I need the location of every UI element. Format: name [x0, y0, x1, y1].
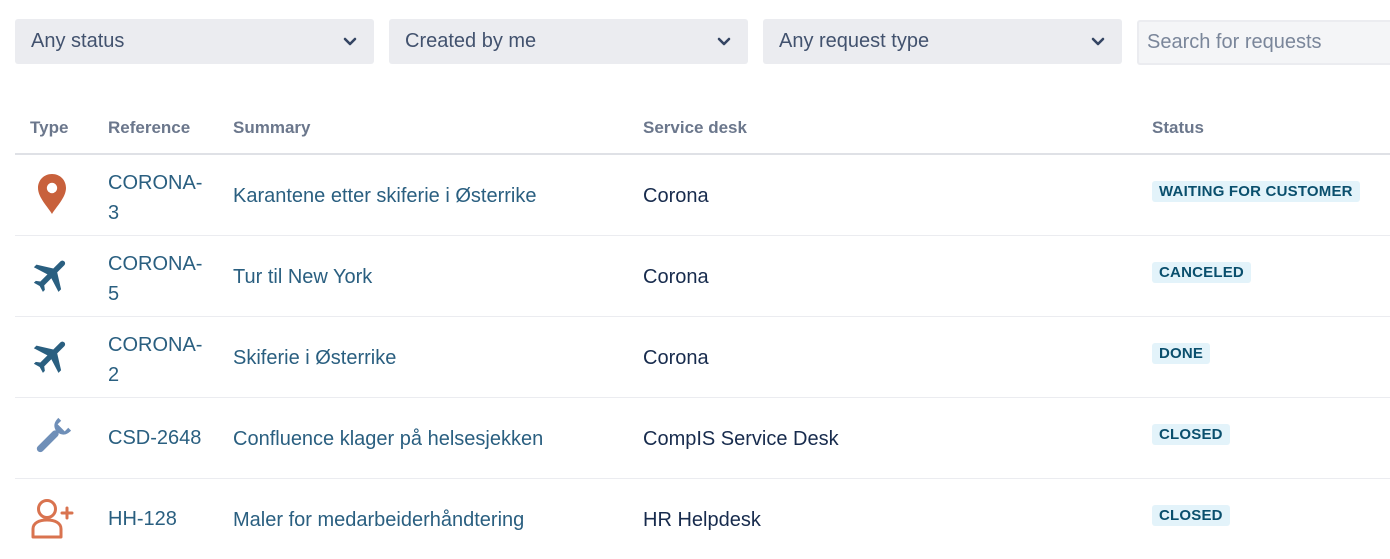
status-badge: CLOSED	[1152, 424, 1230, 445]
table-row[interactable]: HH-128 Maler for medarbeiderhåndtering H…	[15, 479, 1390, 559]
reference-link[interactable]: CORONA-3	[108, 168, 208, 228]
creator-filter-select[interactable]: Created by me	[389, 19, 748, 64]
request-type-filter-label: Any request type	[779, 30, 930, 52]
service-desk-name: Corona	[643, 266, 709, 288]
summary-link[interactable]: Skiferie i Østerrike	[233, 347, 396, 370]
airplane-icon	[27, 250, 77, 300]
summary-link[interactable]: Tur til New York	[233, 266, 372, 289]
header-reference[interactable]: Reference	[108, 118, 190, 138]
reference-link[interactable]: CORONA-5	[108, 249, 208, 309]
reference-link[interactable]: CORONA-2	[108, 330, 208, 390]
table-row[interactable]: CORONA-2 Skiferie i Østerrike Corona DON…	[15, 317, 1390, 398]
request-type-filter-select[interactable]: Any request type	[763, 19, 1122, 64]
table-header: Type Reference Summary Service desk Stat…	[15, 104, 1390, 155]
summary-link[interactable]: Maler for medarbeiderhåndtering	[233, 509, 524, 532]
service-desk-name: Corona	[643, 347, 709, 369]
status-badge: DONE	[1152, 343, 1211, 364]
status-filter-select[interactable]: Any status	[15, 19, 374, 64]
service-desk-name: HR Helpdesk	[643, 509, 761, 531]
header-service-desk[interactable]: Service desk	[643, 118, 747, 138]
reference-link[interactable]: HH-128	[108, 504, 208, 534]
add-user-icon	[27, 493, 77, 543]
status-filter-label: Any status	[31, 30, 125, 52]
requests-table: Type Reference Summary Service desk Stat…	[15, 104, 1390, 559]
chevron-down-icon	[1090, 34, 1106, 50]
summary-link[interactable]: Confluence klager på helsesjekken	[233, 428, 543, 451]
status-badge: WAITING FOR CUSTOMER	[1152, 181, 1360, 202]
header-type: Type	[30, 118, 69, 137]
header-summary[interactable]: Summary	[233, 118, 310, 138]
status-badge: CLOSED	[1152, 505, 1230, 526]
summary-link[interactable]: Karantene etter skiferie i Østerrike	[233, 185, 536, 208]
location-pin-icon	[27, 169, 77, 219]
wrench-icon	[27, 412, 77, 462]
creator-filter-label: Created by me	[405, 30, 537, 52]
table-row[interactable]: CORONA-5 Tur til New York Corona CANCELE…	[15, 236, 1390, 317]
table-row[interactable]: CORONA-3 Karantene etter skiferie i Øste…	[15, 155, 1390, 236]
service-desk-name: Corona	[643, 185, 709, 207]
status-badge: CANCELED	[1152, 262, 1251, 283]
service-desk-name: CompIS Service Desk	[643, 428, 839, 450]
chevron-down-icon	[716, 34, 732, 50]
airplane-icon	[27, 331, 77, 381]
reference-link[interactable]: CSD-2648	[108, 423, 208, 453]
header-status[interactable]: Status	[1152, 118, 1204, 138]
table-row[interactable]: CSD-2648 Confluence klager på helsesjekk…	[15, 398, 1390, 479]
search-input[interactable]	[1137, 20, 1390, 65]
chevron-down-icon	[342, 34, 358, 50]
filter-bar: Any status Created by me Any request typ…	[15, 19, 1390, 65]
